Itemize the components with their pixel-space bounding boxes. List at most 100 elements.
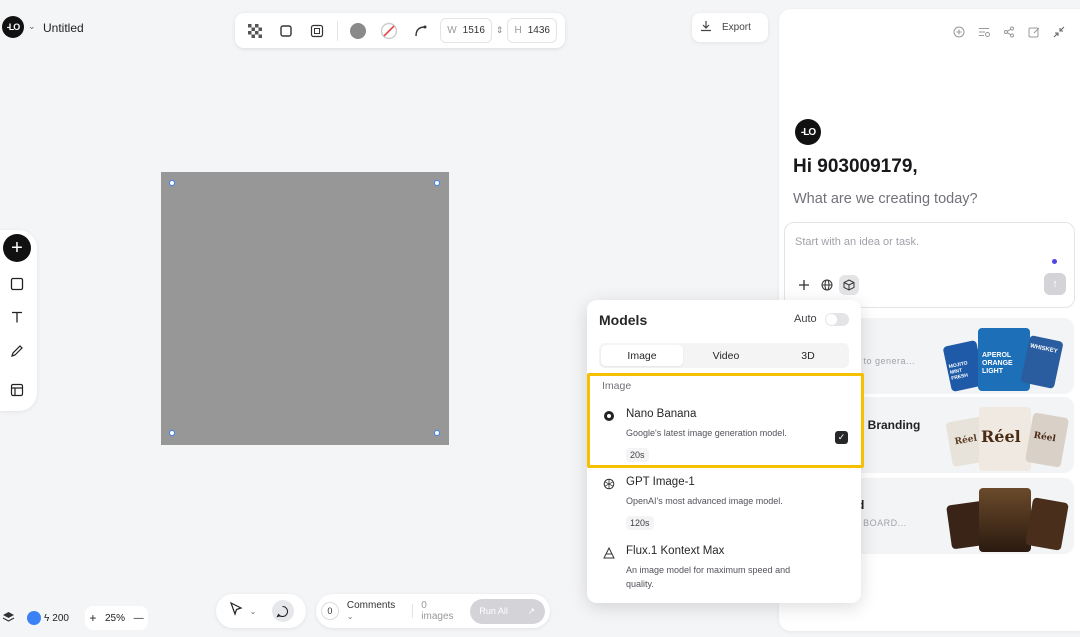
chevron-down-icon: ⌄ <box>346 612 354 621</box>
card-thumbnail <box>1025 497 1069 551</box>
assistant-logo: -LO <box>795 119 821 145</box>
height-field[interactable]: H 1436 <box>507 18 557 43</box>
model-time-badge: 120s <box>626 516 654 530</box>
text-tool-icon[interactable] <box>7 307 27 327</box>
resize-handle[interactable] <box>434 180 440 186</box>
send-button[interactable]: ↑ <box>1044 273 1066 295</box>
comment-icon[interactable] <box>271 600 294 622</box>
model-time-badge: 20s <box>626 448 649 462</box>
resize-handle[interactable] <box>169 430 175 436</box>
models-title: Models <box>599 312 648 328</box>
height-value: 1436 <box>527 25 550 36</box>
left-toolbar: + <box>0 230 37 411</box>
crop-icon[interactable] <box>306 19 329 43</box>
model-tabs: Image Video 3D <box>599 343 849 368</box>
resize-handle[interactable] <box>169 180 175 186</box>
resize-handle[interactable] <box>434 430 440 436</box>
height-label: H <box>514 25 522 36</box>
comments-dropdown[interactable]: Comments ⌄ <box>347 600 404 622</box>
link-icon[interactable]: ⇕ <box>496 25 504 36</box>
history-icon[interactable] <box>977 25 991 39</box>
zoom-level[interactable]: 25% <box>105 613 125 624</box>
top-toolbar: W 1516 ⇕ H 1436 <box>235 13 565 48</box>
model-description: OpenAI's most advanced image model. <box>626 496 783 506</box>
divider <box>412 604 414 618</box>
model-item-flux-kontext-max[interactable]: Flux.1 Kontext Max An image model for ma… <box>602 545 842 595</box>
share-icon[interactable] <box>1002 25 1016 39</box>
prompt-placeholder: Start with an idea or task. <box>795 236 920 248</box>
tab-3d[interactable]: 3D <box>767 343 849 368</box>
layers-icon[interactable] <box>2 611 16 625</box>
auto-label: Auto <box>794 313 817 325</box>
cube-icon[interactable] <box>839 275 859 295</box>
divider <box>337 20 339 41</box>
model-item-gpt-image-1[interactable]: GPT Image-1 OpenAI's most advanced image… <box>602 476 842 530</box>
comments-count: 0 <box>321 602 339 620</box>
thumbnail-text: Réel <box>1032 430 1057 445</box>
greeting-subtitle: What are we creating today? <box>793 191 978 207</box>
models-popover: Models Auto Image Video 3D Image Nano Ba… <box>587 300 864 603</box>
tab-image[interactable]: Image <box>601 345 683 366</box>
suggestion-card[interactable]: ect to genera... MOJITO MINT FRESH APERO… <box>833 318 1074 394</box>
collapse-icon[interactable] <box>1052 25 1066 39</box>
plus-icon[interactable] <box>796 277 812 293</box>
thumbnail-text: Réel <box>981 427 1021 446</box>
frame-icon[interactable] <box>274 19 297 43</box>
chevron-down-icon[interactable]: ⌄ <box>250 607 257 616</box>
layout-tool-icon[interactable] <box>7 380 27 400</box>
add-icon[interactable]: + <box>3 234 31 262</box>
model-name: Nano Banana <box>626 408 697 420</box>
pointer-tool-group: ⌄ <box>216 594 306 628</box>
rectangle-tool-icon[interactable] <box>7 274 27 294</box>
openai-icon <box>602 477 615 490</box>
chevron-down-icon[interactable]: ⌄ <box>28 21 36 32</box>
card-thumbnail: Réel <box>979 407 1031 471</box>
card-title: p Branding <box>857 418 921 432</box>
thumbnail-text: WHISKEY <box>1029 343 1059 355</box>
width-field[interactable]: W 1516 <box>440 18 492 43</box>
card-thumbnail <box>979 488 1031 552</box>
credits-avatar <box>27 611 41 625</box>
new-chat-icon[interactable] <box>952 25 966 39</box>
document-title[interactable]: Untitled <box>43 21 84 35</box>
suggestion-card[interactable]: p Branding Réel Réel Réel <box>833 397 1074 473</box>
arrow-up-right-icon: ↗ <box>527 605 536 616</box>
curve-icon[interactable] <box>409 19 432 43</box>
zoom-in-button[interactable]: + <box>89 611 96 625</box>
stroke-none-icon[interactable] <box>377 19 400 43</box>
check-icon[interactable]: ✓ <box>835 431 848 444</box>
zoom-out-button[interactable]: — <box>134 613 144 624</box>
tab-video[interactable]: Video <box>685 343 767 368</box>
lightning-icon: ϟ <box>44 612 50 624</box>
globe-icon[interactable] <box>819 277 835 293</box>
width-label: W <box>447 25 457 36</box>
model-description: An image model for maximum speed and qua… <box>626 565 791 589</box>
run-all-label: Run All <box>479 606 508 616</box>
auto-toggle[interactable] <box>825 313 849 326</box>
model-name: GPT Image-1 <box>626 476 695 488</box>
app-logo[interactable]: -LO <box>2 16 24 38</box>
model-name: Flux.1 Kontext Max <box>626 545 725 557</box>
edit-icon[interactable] <box>1027 25 1041 39</box>
model-item-nano-banana[interactable]: Nano Banana Google's latest image genera… <box>602 408 848 462</box>
download-icon <box>700 20 712 35</box>
run-all-button[interactable]: Run All ↗ <box>469 598 546 624</box>
credits-indicator[interactable]: ϟ 200 <box>27 611 69 625</box>
run-bar: 0 Comments ⌄ 0 images Run All ↗ <box>316 594 550 628</box>
fill-color-icon[interactable] <box>346 19 369 43</box>
flux-icon <box>602 546 615 559</box>
suggestion-card[interactable]: d RY BOARD... <box>833 478 1074 554</box>
canvas-artboard[interactable] <box>161 172 449 445</box>
zoom-control: + 25% — <box>85 606 148 630</box>
export-label: Export <box>722 22 751 33</box>
export-button[interactable]: Export <box>692 13 768 42</box>
pointer-icon[interactable] <box>228 601 244 622</box>
transparency-icon[interactable] <box>243 19 266 43</box>
model-description: Google's latest image generation model. <box>626 428 787 438</box>
greeting-title: Hi 903009179, <box>793 156 918 177</box>
width-value: 1516 <box>462 25 485 36</box>
prompt-input[interactable]: Start with an idea or task. ↑ <box>784 222 1075 308</box>
credits-count: 200 <box>52 612 69 624</box>
pencil-tool-icon[interactable] <box>7 341 27 361</box>
card-thumbnail: Réel <box>1024 412 1070 468</box>
